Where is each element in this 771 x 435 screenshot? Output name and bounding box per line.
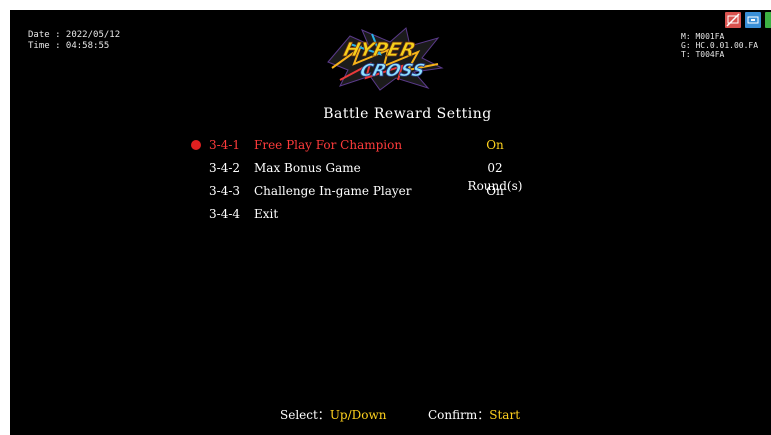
date-time-info: Date : 2022/05/12 Time : 04:58:55 bbox=[28, 30, 120, 52]
network-off-icon bbox=[725, 12, 741, 28]
menu-item-label: Free Play For Champion bbox=[254, 138, 403, 152]
confirm-hint: Confirm：Start bbox=[428, 408, 520, 422]
menu-item-code: 3-4-3 bbox=[209, 184, 241, 198]
time-text: Time : 04:58:55 bbox=[28, 41, 110, 51]
menu-item-label: Max Bonus Game bbox=[254, 161, 361, 175]
selection-bullet-icon bbox=[191, 140, 201, 150]
link-icon bbox=[745, 12, 761, 28]
power-icon bbox=[765, 12, 771, 28]
date-text: Date : 2022/05/12 bbox=[28, 30, 121, 40]
menu-item-challenge-in-game-player[interactable]: 3-4-3 Challenge In-game Player On bbox=[10, 182, 771, 200]
menu-item-label: Exit bbox=[254, 207, 279, 221]
confirm-hint-label: Confirm： bbox=[428, 408, 490, 422]
menu-item-value: On bbox=[486, 138, 504, 152]
confirm-hint-action: Start bbox=[489, 408, 521, 422]
menu-item-label: Challenge In-game Player bbox=[254, 184, 412, 198]
menu-item-exit[interactable]: 3-4-4 Exit bbox=[10, 205, 771, 223]
select-hint-action: Up/Down bbox=[329, 408, 387, 422]
menu-item-value: On bbox=[486, 184, 504, 198]
select-hint: Select：Up/Down bbox=[280, 408, 387, 422]
game-version-text: G: HC.0.01.00.FA bbox=[681, 41, 759, 50]
menu-item-max-bonus-game[interactable]: 3-4-2 Max Bonus Game 02 Round(s) bbox=[10, 159, 771, 193]
menu-item-free-play-for-champion[interactable]: 3-4-1 Free Play For Champion On bbox=[10, 136, 771, 154]
operator-menu-screen: Date : 2022/05/12 Time : 04:58:55 M: M00… bbox=[10, 10, 771, 435]
select-hint-label: Select： bbox=[280, 408, 330, 422]
machine-id-text: M: M001FA bbox=[681, 32, 725, 41]
menu-item-code: 3-4-4 bbox=[209, 207, 241, 221]
machine-info: M: M001FA G: HC.0.01.00.FA T: T004FA bbox=[681, 32, 758, 59]
screen-title: Battle Reward Setting bbox=[323, 106, 492, 122]
terminal-id-text: T: T004FA bbox=[681, 50, 725, 59]
menu-item-code: 3-4-2 bbox=[209, 161, 241, 175]
logo-bottom-text: CROSS bbox=[358, 61, 427, 81]
menu-item-code: 3-4-1 bbox=[209, 138, 241, 152]
logo-top-text: HYPER bbox=[341, 38, 418, 61]
hyper-cross-logo: HYPER CROSS bbox=[310, 24, 450, 94]
